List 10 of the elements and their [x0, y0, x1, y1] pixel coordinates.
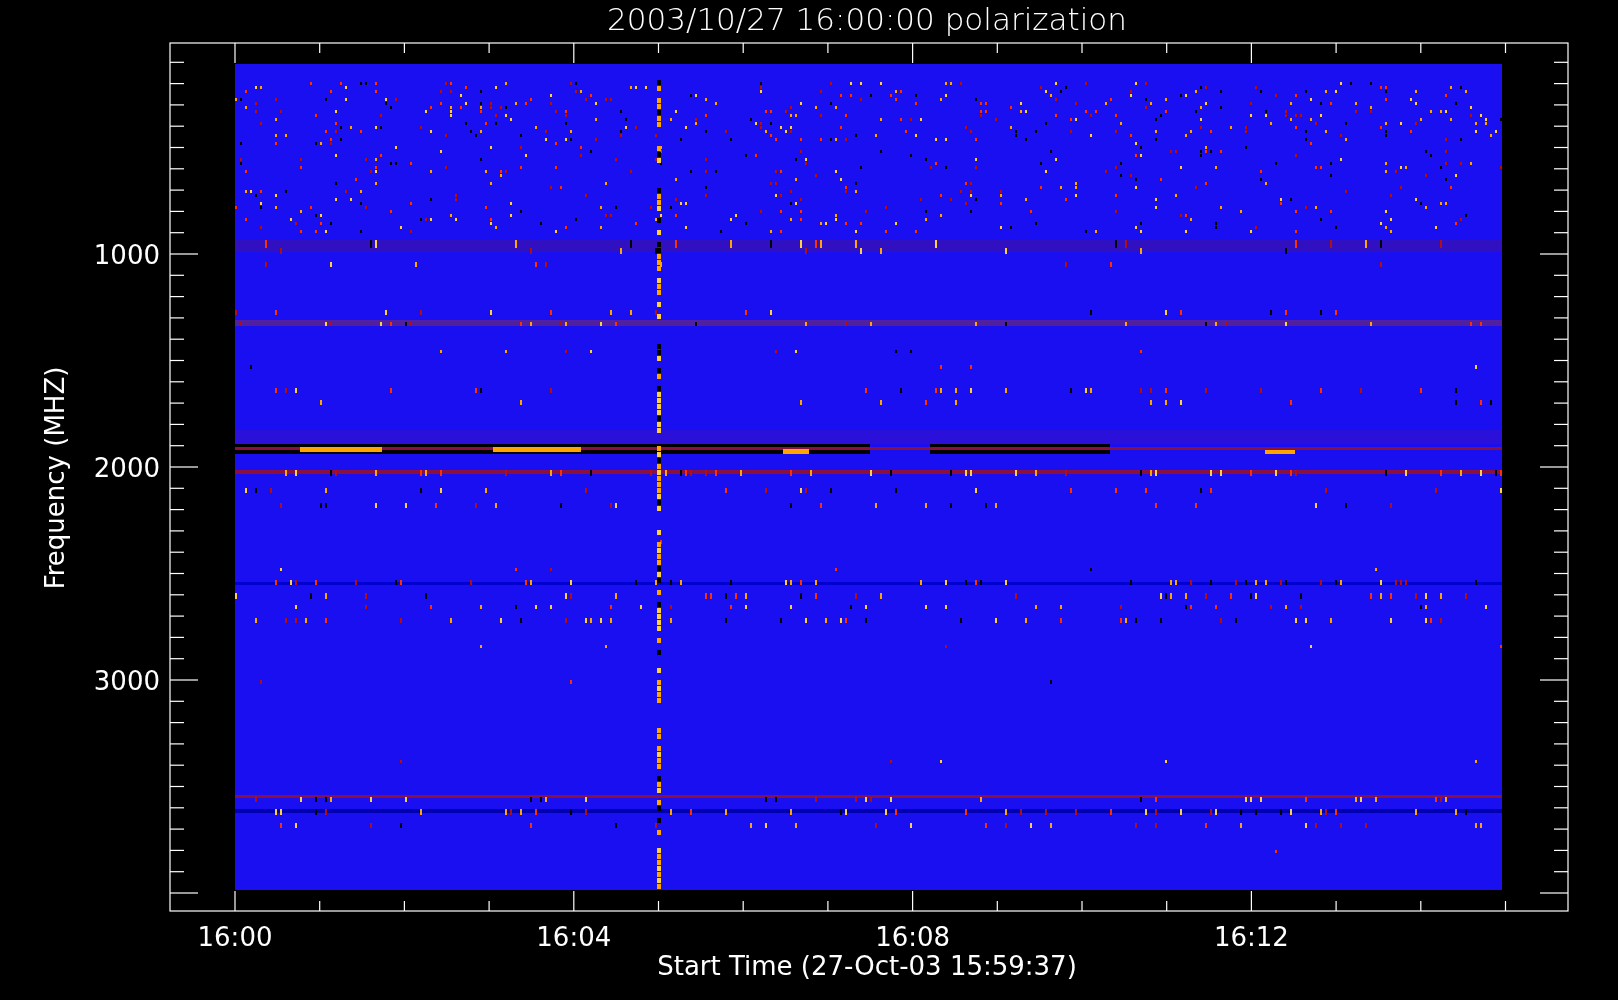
- y-tick-label: 1000: [93, 240, 160, 270]
- y-axis-label: Frequency (MHZ): [40, 366, 70, 590]
- x-tick-label: 16:04: [536, 922, 612, 952]
- y-tick-label: 3000: [93, 666, 160, 696]
- x-tick-label: 16:00: [197, 922, 273, 952]
- x-tick-label: 16:12: [1213, 922, 1289, 952]
- x-axis-label: Start Time (27-Oct-03 15:59:37): [657, 951, 1077, 981]
- y-tick-label: 2000: [93, 453, 160, 483]
- plot-title: 2003/10/27 16:00:00 polarization: [607, 1, 1127, 37]
- x-tick-label: 16:08: [875, 922, 951, 952]
